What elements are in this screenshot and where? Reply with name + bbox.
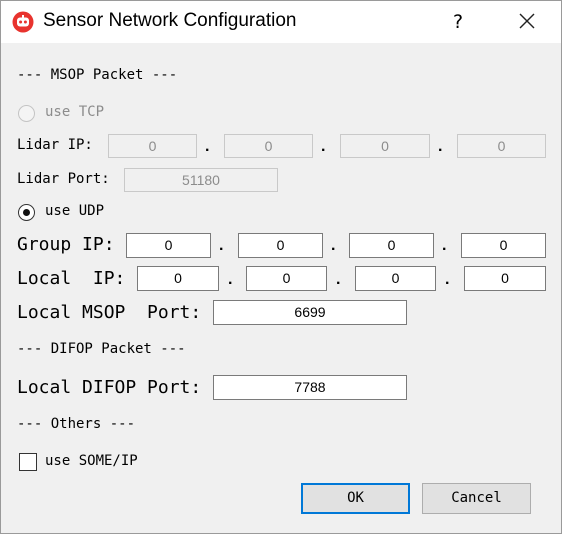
use-tcp-label: use TCP	[45, 104, 105, 120]
robot-app-icon	[12, 11, 34, 33]
close-icon[interactable]	[509, 7, 545, 37]
lidar-ip-field-3[interactable]: 0	[340, 134, 430, 158]
lidar-ip-field-2[interactable]: 0	[224, 134, 313, 158]
ip-separator: .	[445, 271, 450, 288]
lidar-ip-label: Lidar IP:	[17, 137, 93, 153]
group-ip-field-2[interactable]: 0	[238, 233, 323, 258]
use-someip-label: use SOME/IP	[45, 453, 138, 469]
local-ip-label: Local IP:	[17, 268, 126, 289]
ip-separator: .	[331, 237, 336, 254]
group-ip-label: Group IP:	[17, 234, 115, 255]
ip-separator: .	[442, 237, 447, 254]
local-difop-port-field[interactable]: 7788	[213, 375, 407, 400]
ip-separator: .	[321, 138, 326, 155]
window-title: Sensor Network Configuration	[43, 10, 297, 31]
help-button[interactable]: ?	[447, 9, 469, 35]
local-ip-field-4[interactable]: 0	[464, 266, 546, 291]
use-udp-label: use UDP	[45, 203, 105, 219]
lidar-ip-field-1[interactable]: 0	[108, 134, 197, 158]
group-ip-field-1[interactable]: 0	[126, 233, 211, 258]
use-someip-checkbox[interactable]	[19, 453, 37, 471]
local-difop-port-label: Local DIFOP Port:	[17, 377, 202, 398]
ip-separator: .	[438, 138, 443, 155]
lidar-ip-field-4[interactable]: 0	[457, 134, 546, 158]
msop-section-label: --- MSOP Packet ---	[17, 67, 178, 83]
others-section-label: --- Others ---	[17, 416, 136, 432]
local-ip-field-3[interactable]: 0	[355, 266, 436, 291]
local-ip-field-1[interactable]: 0	[137, 266, 219, 291]
local-ip-field-2[interactable]: 0	[246, 266, 327, 291]
cancel-button[interactable]: Cancel	[422, 483, 531, 514]
title-bar: Sensor Network Configuration ?	[1, 1, 561, 43]
use-udp-radio[interactable]	[18, 204, 35, 221]
group-ip-field-3[interactable]: 0	[349, 233, 434, 258]
ok-button[interactable]: OK	[301, 483, 410, 514]
ip-separator: .	[336, 271, 341, 288]
use-tcp-radio[interactable]	[18, 105, 35, 122]
difop-section-label: --- DIFOP Packet ---	[17, 341, 186, 357]
lidar-port-field[interactable]: 51180	[124, 168, 278, 192]
group-ip-field-4[interactable]: 0	[461, 233, 546, 258]
lidar-port-label: Lidar Port:	[17, 171, 110, 187]
config-dialog: Sensor Network Configuration ? --- MSOP …	[0, 0, 562, 534]
local-msop-port-label: Local MSOP Port:	[17, 302, 202, 323]
local-msop-port-field[interactable]: 6699	[213, 300, 407, 325]
ip-separator: .	[228, 271, 233, 288]
ip-separator: .	[205, 138, 210, 155]
ip-separator: .	[219, 237, 224, 254]
